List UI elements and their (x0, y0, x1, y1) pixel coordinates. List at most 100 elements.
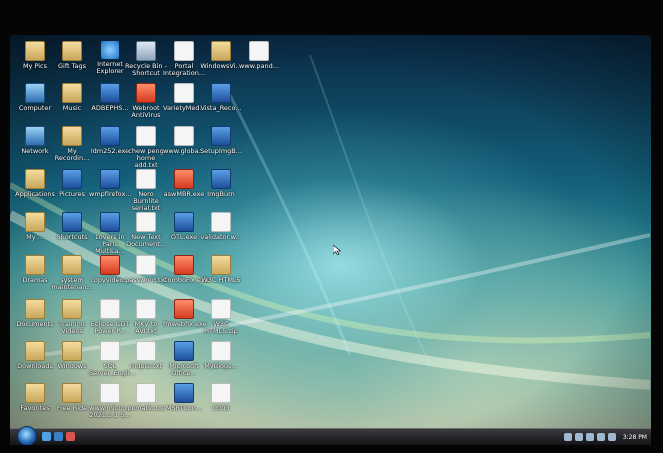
desktop-icon[interactable]: Microsoft Office... (163, 341, 205, 387)
desktop-icon[interactable]: Music (51, 83, 93, 129)
desktop-icon-label: www.globa... (163, 147, 205, 155)
app-icon (100, 126, 120, 146)
document-icon (136, 212, 156, 232)
desktop-icon[interactable]: Pictures (51, 169, 93, 215)
app-icon (100, 83, 120, 103)
start-orb-icon[interactable] (17, 426, 37, 445)
desktop-icon-label: ComboFix.exe (163, 276, 209, 284)
desktop-icon[interactable]: Portal Integration... (163, 41, 205, 87)
desktop-icon-label: My ... (26, 233, 44, 241)
desktop-icon-label: VarietyMed... (163, 104, 206, 112)
desktop-icon-label: system maintenan... (51, 276, 93, 291)
desktop-icon[interactable]: Dramas (14, 255, 56, 301)
desktop-icon-label: MSRTCon... (165, 404, 203, 412)
tray-update-icon[interactable] (585, 433, 594, 441)
desktop-icon[interactable]: VarietyMed... (163, 83, 206, 129)
desktop-icon[interactable]: Webroot AntiVirus (125, 83, 167, 129)
desktop-icon-label: chew peng home add.txt (128, 147, 164, 169)
desktop-icon[interactable]: Favorites (14, 383, 56, 429)
desktop-icon-label: www.pand... (239, 62, 279, 70)
desktop-icon-label: WindowsVi... (200, 62, 242, 70)
desktop-icon-label: My Pics (22, 62, 48, 70)
media-player-quicklaunch-icon[interactable] (66, 432, 75, 441)
taskbar: 3:28 PM (10, 426, 651, 445)
desktop-icon[interactable]: MyBlogs... (200, 341, 242, 387)
desktop-icon-label: fmwebfix.exe (163, 320, 207, 328)
desktop-icon-label: MKV to AVI.txt (134, 320, 158, 335)
folder-icon (62, 126, 82, 146)
document-icon (136, 383, 156, 403)
app-icon (62, 212, 82, 232)
tray-security-icon[interactable] (574, 433, 583, 441)
document-icon (136, 341, 156, 361)
document-icon (136, 169, 156, 189)
document-icon (211, 212, 231, 232)
computer-icon (25, 83, 45, 103)
desktop-icon[interactable]: My ... (14, 212, 56, 258)
desktop-icon[interactable]: ComboFix.exe (163, 255, 209, 301)
desktop-icon[interactable]: Shortcuts (51, 212, 93, 258)
desktop-icon[interactable]: chew peng home add.txt (125, 126, 167, 172)
folder-icon (62, 299, 82, 319)
desktop-icon[interactable]: Recycle Bin - Shortcut (125, 41, 167, 87)
ie-quicklaunch-icon[interactable] (54, 432, 63, 441)
desktop-icon[interactable]: My Pics (14, 41, 56, 87)
red-app-icon (174, 299, 194, 319)
desktop-icon-label: Nero Burnlite serial.txt (131, 190, 161, 212)
desktop-icon[interactable]: www.pand... (238, 41, 280, 87)
desktop-icon-label: SetupImgB... (200, 147, 242, 155)
folder-icon (62, 255, 82, 275)
desktop-icon[interactable]: Applications (14, 169, 56, 215)
desktop-icon[interactable]: W3C HTML5 (200, 255, 242, 301)
desktop-icon[interactable]: Vista_Reco... (200, 83, 242, 129)
desktop-icon-label: Downloads (17, 362, 53, 370)
desktop-icon[interactable]: Network (14, 126, 56, 172)
desktop-icon[interactable]: Downloads (14, 341, 56, 387)
desktop-icon[interactable]: Computer (14, 83, 56, 129)
document-icon (174, 126, 194, 146)
desktop-icon[interactable]: aswMBR.exe (163, 169, 205, 215)
desktop-icon-label: ImgBurn (207, 190, 235, 198)
desktop-icon[interactable]: Training Videos (51, 299, 93, 345)
desktop-icon[interactable]: MKV to AVI.txt (125, 299, 167, 345)
monitor-bezel: My Pics Gift Tags Internet Explorer Recycle… (0, 0, 663, 453)
desktop-icon-label: Windows (57, 362, 87, 370)
desktop-icon[interactable]: ImgBurn (200, 169, 242, 215)
desktop-icon[interactable]: W3C HTML5.zip (200, 299, 242, 345)
desktop-icon[interactable]: password.txt (125, 255, 167, 301)
desktop-icon[interactable]: Windows (51, 341, 93, 387)
taskbar-clock[interactable]: 3:28 PM (623, 434, 647, 441)
desktop-icon[interactable]: WindowsVi... (200, 41, 242, 87)
desktop-icon[interactable]: Documents (14, 299, 56, 345)
desktop-icon[interactable]: fmwebfix.exe (163, 299, 207, 345)
desktop-icon-label: Pictures (59, 190, 85, 198)
desktop-icon[interactable]: www.globa... (163, 126, 205, 172)
desktop-icon[interactable]: My Recordin... (51, 126, 93, 172)
desktop-icon-label: W3C HTML5 (201, 276, 241, 284)
desktop-icon[interactable]: Free Ride (51, 383, 93, 429)
music-icon (62, 83, 82, 103)
show-desktop-icon[interactable] (42, 432, 51, 441)
desktop-icon-label: Network (21, 147, 49, 155)
tray-volume-icon[interactable] (607, 433, 616, 441)
desktop-icon[interactable]: mdpte.txt (125, 341, 167, 387)
desktop-icon-label: Gift Tags (57, 62, 87, 70)
tray-network-icon[interactable] (563, 433, 572, 441)
desktop-icon[interactable]: SetupImgB... (200, 126, 242, 172)
desktop[interactable]: My Pics Gift Tags Internet Explorer Recycle… (10, 35, 651, 445)
system-tray: 3:28 PM (563, 431, 647, 443)
tray-antivirus-icon[interactable] (596, 433, 605, 441)
desktop-icon[interactable]: system maintenan... (51, 255, 93, 301)
desktop-icon[interactable]: New Text Document... (125, 212, 167, 258)
desktop-icon[interactable]: validator.w... (200, 212, 242, 258)
desktop-icon[interactable]: OTL.exe (163, 212, 205, 258)
desktop-icon[interactable]: MSRTCon... (163, 383, 205, 429)
desktop-icon[interactable]: C003 (200, 383, 242, 429)
desktop-icon[interactable]: Gift Tags (51, 41, 93, 87)
folder-icon (62, 341, 82, 361)
red-app-icon (174, 169, 194, 189)
desktop-icon-label: MyBlogs... (204, 362, 238, 370)
desktop-icon[interactable]: Nero Burnlite serial.txt (125, 169, 167, 215)
desktop-icon-label: aswMBR.exe (163, 190, 205, 198)
desktop-icon[interactable]: pcmatic.txt (125, 383, 167, 429)
